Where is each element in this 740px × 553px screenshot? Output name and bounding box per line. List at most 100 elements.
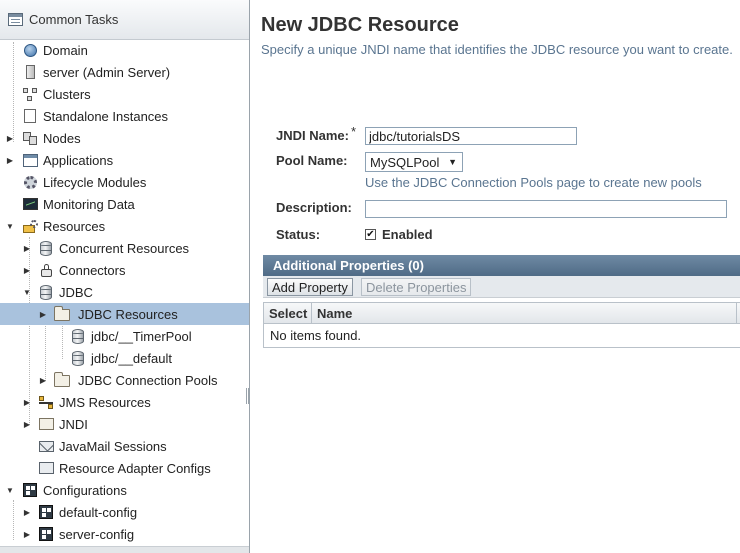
page-help-text: Specify a unique JNDI name that identifi… bbox=[261, 42, 733, 57]
jndi-name-label: JNDI Name: bbox=[276, 128, 349, 143]
expand-arrow-icon[interactable]: ▶ bbox=[5, 149, 15, 171]
sidebar-horizontal-scrollbar[interactable] bbox=[0, 546, 249, 553]
tree-item-javamail-sessions[interactable]: JavaMail Sessions bbox=[0, 435, 249, 457]
tree-item-label: jdbc/__default bbox=[91, 350, 172, 366]
tree-item-label: Standalone Instances bbox=[43, 108, 169, 124]
expand-arrow-icon[interactable]: ▶ bbox=[22, 391, 32, 413]
tree-item-resource-adapter-configs[interactable]: Resource Adapter Configs bbox=[0, 457, 249, 479]
jndi-name-input[interactable] bbox=[365, 127, 577, 145]
tree-item-concurrent-resources[interactable]: ▶ Concurrent Resources bbox=[0, 237, 249, 259]
tree-item-label: server (Admin Server) bbox=[43, 64, 171, 80]
applications-icon bbox=[22, 152, 38, 168]
tree-item-label: server-config bbox=[59, 526, 135, 542]
collapse-arrow-icon[interactable]: ▼ bbox=[5, 215, 15, 237]
common-tasks-label: Common Tasks bbox=[29, 12, 119, 27]
pool-name-label: Pool Name: bbox=[276, 153, 348, 168]
page-title: New JDBC Resource bbox=[261, 14, 459, 36]
expand-arrow-icon[interactable]: ▶ bbox=[22, 413, 32, 435]
status-label: Status: bbox=[276, 227, 321, 242]
additional-properties-title: Additional Properties (0) bbox=[273, 258, 424, 273]
expand-arrow-icon[interactable]: ▶ bbox=[22, 523, 32, 545]
collapse-arrow-icon[interactable]: ▼ bbox=[22, 281, 32, 303]
splitter-handle[interactable] bbox=[246, 388, 249, 404]
description-label: Description: bbox=[276, 200, 352, 215]
expand-arrow-icon[interactable]: ▶ bbox=[38, 369, 48, 391]
column-header-name[interactable]: Name bbox=[312, 303, 737, 323]
tree-item-lifecycle-modules[interactable]: Lifecycle Modules bbox=[0, 171, 249, 193]
tree-item-monitoring-data[interactable]: Monitoring Data bbox=[0, 193, 249, 215]
properties-table-header: Select Name bbox=[263, 302, 740, 324]
tree-item-jdbc-connection-pools[interactable]: ▶ JDBC Connection Pools bbox=[0, 369, 249, 391]
tree-item-jdbc-resources[interactable]: ▶ JDBC Resources bbox=[0, 303, 249, 325]
expand-arrow-icon[interactable]: ▶ bbox=[5, 127, 15, 149]
properties-table-body: No items found. bbox=[263, 324, 740, 348]
tree-item-label: JNDI bbox=[59, 416, 88, 432]
pool-name-select[interactable]: MySQLPool ▼ bbox=[365, 152, 463, 172]
adapter-icon bbox=[38, 460, 54, 476]
tree-item-label: Concurrent Resources bbox=[59, 240, 190, 256]
tree-item-label: JavaMail Sessions bbox=[59, 438, 167, 454]
expand-arrow-icon[interactable]: ▶ bbox=[22, 501, 32, 523]
tree-item-resources[interactable]: ▼ Resources bbox=[0, 215, 249, 237]
tree-item-jndi[interactable]: ▶ JNDI bbox=[0, 413, 249, 435]
tree-item-server-config[interactable]: ▶ server-config bbox=[0, 523, 249, 545]
folder-icon bbox=[54, 372, 70, 389]
tree-item-label: JDBC Resources bbox=[78, 306, 178, 322]
tree-item-label: Resources bbox=[43, 218, 106, 234]
add-property-button[interactable]: Add Property bbox=[267, 278, 353, 296]
database-icon bbox=[38, 284, 54, 300]
server-icon bbox=[22, 64, 38, 80]
tree-item-applications[interactable]: ▶ Applications bbox=[0, 149, 249, 171]
expand-arrow-icon[interactable]: ▶ bbox=[38, 303, 48, 325]
tree-item-label: Lifecycle Modules bbox=[43, 174, 147, 190]
collapse-arrow-icon[interactable]: ▼ bbox=[5, 479, 15, 501]
additional-properties-header: Additional Properties (0) bbox=[263, 255, 740, 276]
monitor-icon bbox=[22, 196, 38, 212]
enabled-checkbox[interactable]: ✔ bbox=[365, 229, 376, 240]
tree-item-label: Domain bbox=[43, 42, 88, 58]
properties-toolbar: Add Property Delete Properties bbox=[263, 276, 740, 298]
enabled-label[interactable]: Enabled bbox=[382, 227, 433, 242]
nodes-icon bbox=[22, 130, 38, 146]
tree-item-nodes[interactable]: ▶ Nodes bbox=[0, 127, 249, 149]
common-tasks-icon bbox=[8, 13, 23, 26]
delete-properties-button[interactable]: Delete Properties bbox=[361, 278, 472, 296]
database-icon bbox=[70, 328, 86, 344]
expand-arrow-icon[interactable]: ▶ bbox=[22, 259, 32, 281]
tree-item-connectors[interactable]: ▶ Connectors bbox=[0, 259, 249, 281]
tree-item-label: Monitoring Data bbox=[43, 196, 135, 212]
clusters-icon bbox=[22, 86, 38, 102]
description-input[interactable] bbox=[365, 200, 727, 218]
dropdown-arrow-icon: ▼ bbox=[448, 157, 457, 167]
tree-item-configurations[interactable]: ▼ Configurations bbox=[0, 479, 249, 501]
tree-item-clusters[interactable]: Clusters bbox=[0, 83, 249, 105]
common-tasks-header[interactable]: Common Tasks bbox=[0, 0, 249, 40]
tree-item-label: JDBC Connection Pools bbox=[78, 372, 218, 388]
tree-item-label: Applications bbox=[43, 152, 114, 168]
tree-item-admin-server[interactable]: server (Admin Server) bbox=[0, 61, 249, 83]
tree-item-domain[interactable]: Domain bbox=[0, 39, 249, 61]
tree-item-jdbc-default[interactable]: jdbc/__default bbox=[0, 347, 249, 369]
tree-item-label: default-config bbox=[59, 504, 138, 520]
required-indicator: * bbox=[351, 124, 357, 139]
column-header-select[interactable]: Select bbox=[264, 303, 312, 323]
configuration-icon bbox=[38, 504, 54, 520]
tree-item-standalone-instances[interactable]: Standalone Instances bbox=[0, 105, 249, 127]
database-icon bbox=[70, 350, 86, 366]
navigation-tree-panel: Common Tasks Domain server (Admin Server… bbox=[0, 0, 250, 553]
expand-arrow-icon[interactable]: ▶ bbox=[22, 237, 32, 259]
main-content: New JDBC Resource Specify a unique JNDI … bbox=[251, 0, 740, 553]
tree-item-label: JDBC bbox=[59, 284, 93, 300]
tree-item-label: JMS Resources bbox=[59, 394, 151, 410]
tree-item-jms-resources[interactable]: ▶ JMS Resources bbox=[0, 391, 249, 413]
mail-icon bbox=[38, 438, 54, 454]
tree-item-jdbc[interactable]: ▼ JDBC bbox=[0, 281, 249, 303]
pool-name-value: MySQLPool bbox=[370, 154, 440, 170]
tree-item-jdbc-timerpool[interactable]: jdbc/__TimerPool bbox=[0, 325, 249, 347]
tree-item-label: Resource Adapter Configs bbox=[59, 460, 211, 476]
jms-icon bbox=[38, 394, 54, 410]
configuration-icon bbox=[22, 482, 38, 498]
tree-item-default-config[interactable]: ▶ default-config bbox=[0, 501, 249, 523]
tree-item-label: Nodes bbox=[43, 130, 81, 146]
tree-item-label: Clusters bbox=[43, 86, 91, 102]
